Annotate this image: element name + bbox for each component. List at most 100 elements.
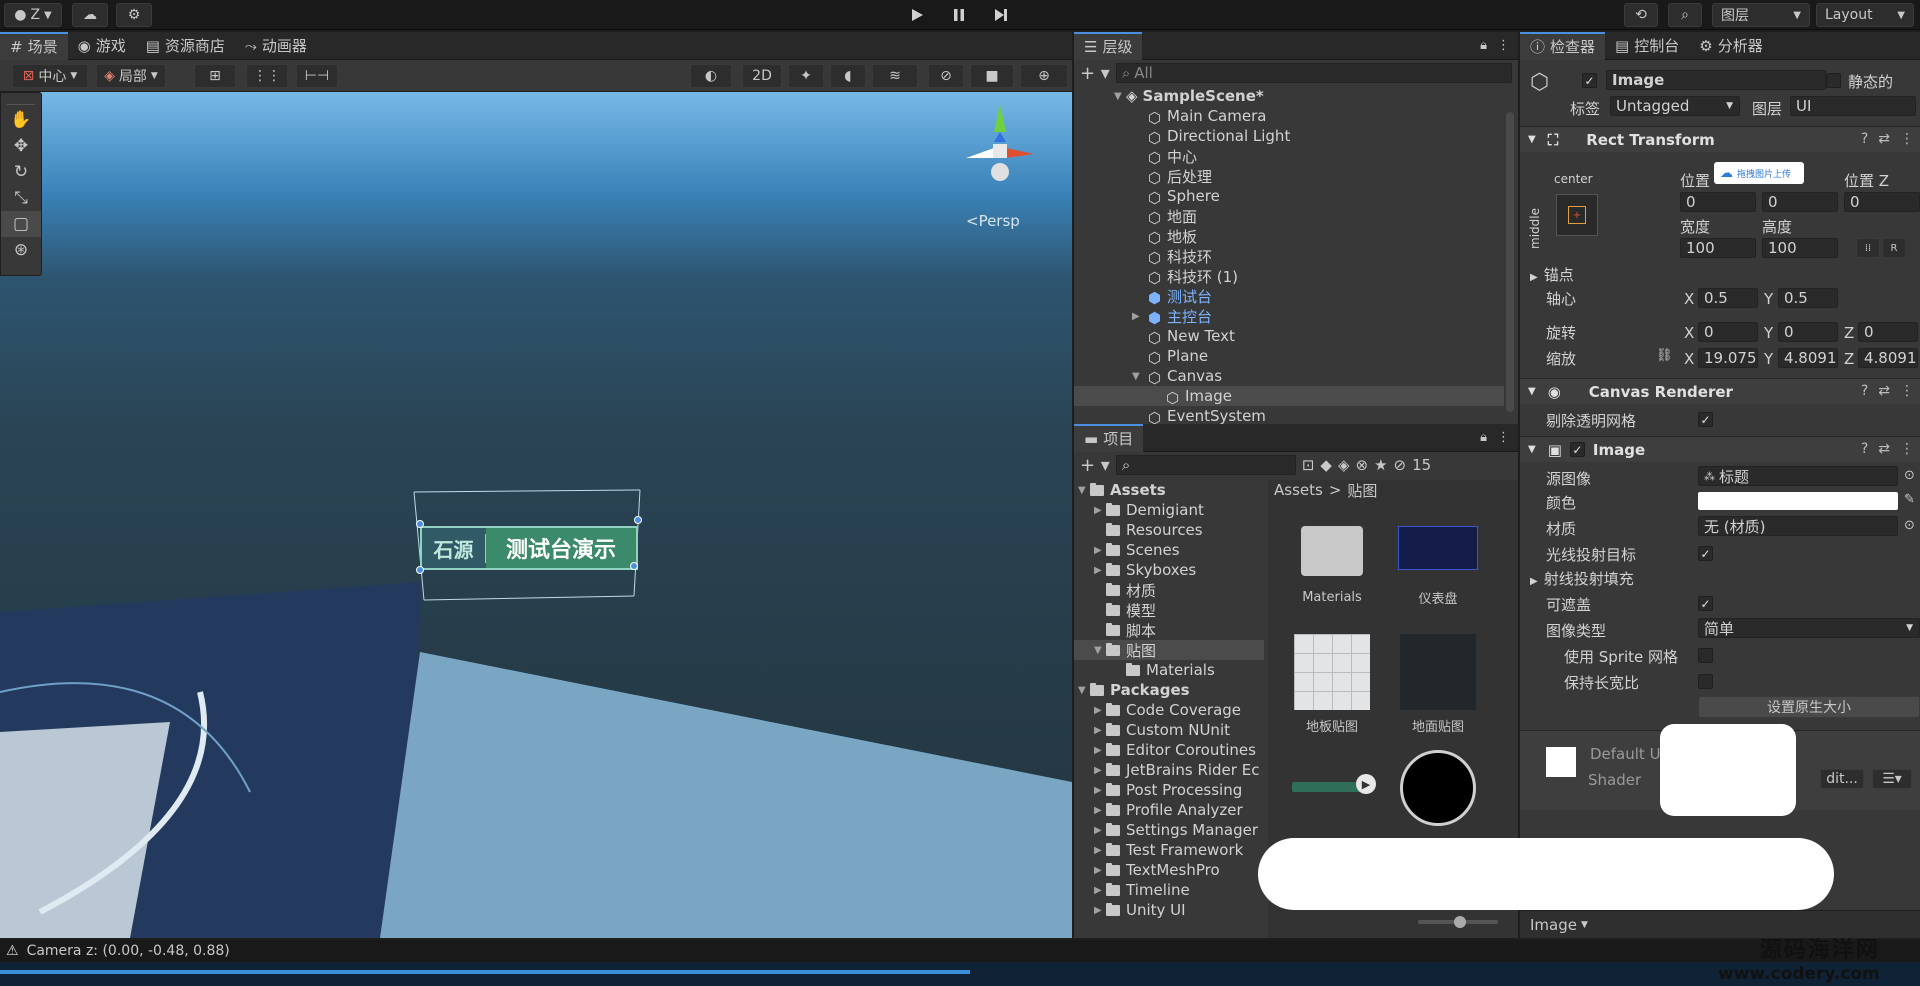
hierarchy-item[interactable]: ⬡ New Text (1074, 326, 1504, 347)
history-button[interactable]: ⟲ (1624, 3, 1658, 27)
cull-checkbox[interactable]: ✓ (1698, 412, 1713, 427)
account-dropdown[interactable]: ● Z ▼ (4, 3, 62, 27)
tree-item[interactable]: ▶ JetBrains Rider Ec (1094, 760, 1259, 780)
eyedropper-icon[interactable]: ✎ (1904, 492, 1915, 507)
pos-x-field[interactable]: 0 (1680, 192, 1756, 212)
hierarchy-item[interactable]: ⬡ Plane (1074, 346, 1504, 367)
asset-item[interactable] (1388, 750, 1488, 850)
camera-settings-button[interactable]: ■ (970, 64, 1014, 88)
more-icon[interactable]: ⋮ (1497, 430, 1510, 445)
tab-asset-store[interactable]: ▤ 资源商店 (136, 32, 235, 60)
asset-item[interactable]: 地板贴图 (1282, 634, 1382, 735)
tree-item[interactable]: ▶ Editor Coroutines (1094, 740, 1256, 760)
help-icon[interactable]: ? (1861, 441, 1868, 457)
raycast-padding-row[interactable]: ▶ 射线投射填充 (1530, 568, 1634, 589)
rect-tool[interactable]: ▢ (1, 211, 41, 237)
asset-item[interactable]: 地面贴图 (1388, 634, 1488, 735)
drag-handle[interactable] (7, 95, 35, 105)
hierarchy-item[interactable]: ▼ ⬡ Canvas (1074, 366, 1504, 387)
breadcrumb-root[interactable]: Assets (1274, 481, 1323, 499)
tree-item[interactable]: ▼ Packages (1078, 680, 1190, 700)
tree-item[interactable]: ▶ TextMeshPro (1094, 860, 1220, 880)
play-button[interactable] (900, 3, 934, 27)
gizmos-button[interactable]: ⊕ (1020, 64, 1068, 88)
layers-dropdown[interactable]: 图层 ▼ (1712, 3, 1810, 27)
tab-hierarchy[interactable]: ☰ 层级 (1074, 31, 1143, 60)
search-button[interactable]: ⌕ (1668, 3, 1702, 27)
filter-icon[interactable]: ⊡ (1302, 456, 1315, 474)
canvas-renderer-header[interactable]: ▼ ◉ Canvas Renderer ? ⇄ ⋮ (1520, 378, 1920, 404)
color-swatch[interactable] (1698, 492, 1898, 510)
scale-y-field[interactable]: 4.8091 (1778, 348, 1838, 368)
breadcrumb-current[interactable]: 贴图 (1347, 480, 1377, 501)
more-icon[interactable]: ⋮ (1497, 38, 1510, 53)
static-checkbox[interactable] (1826, 73, 1841, 88)
source-image-field[interactable]: ⁂ 标题 (1698, 466, 1898, 486)
add-asset-button[interactable]: + ▾ (1080, 455, 1110, 476)
perspective-label[interactable]: <Persp (966, 212, 1020, 230)
rot-z-field[interactable]: 0 (1858, 322, 1918, 342)
image-component-header[interactable]: ▼ ▣ ✓ Image ? ⇄ ⋮ (1520, 436, 1920, 462)
hierarchy-item[interactable]: ▶ ⬢ 主控台 (1074, 306, 1504, 328)
tree-item[interactable]: ▶ Test Framework (1094, 840, 1243, 860)
tree-item[interactable]: ▶ Skyboxes (1094, 560, 1196, 580)
hierarchy-item[interactable]: ⬡ 地面 (1074, 206, 1504, 228)
pivot-x-field[interactable]: 0.5 (1698, 288, 1758, 308)
image-type-dropdown[interactable]: 简单 ▼ (1698, 618, 1920, 638)
hierarchy-item[interactable]: ⬡ 后处理 (1074, 166, 1504, 188)
grid-snap-button[interactable]: ⊞ (194, 64, 236, 88)
object-name-field[interactable]: Image (1606, 70, 1826, 90)
eye-off-icon[interactable]: ⊘ (1394, 456, 1407, 474)
scale-x-field[interactable]: 19.075 (1698, 348, 1758, 368)
help-icon[interactable]: ? (1861, 131, 1868, 147)
preset-icon[interactable]: ⇄ (1878, 441, 1890, 457)
tab-project[interactable]: ▬ 项目 (1074, 423, 1144, 452)
hand-tool[interactable]: ✋ (1, 107, 41, 133)
play-preview-button[interactable]: ▶ (1356, 774, 1376, 794)
lock-icon[interactable]: 🔒︎ (1480, 38, 1487, 53)
tab-analyzer[interactable]: ⚙ 分析器 (1689, 32, 1772, 60)
effects-toggle[interactable]: ≋ (872, 64, 918, 88)
rotate-tool[interactable]: ↻ (1, 159, 41, 185)
hierarchy-item[interactable]: ⬡ 中心 (1074, 146, 1504, 168)
ui-image-sign[interactable]: 石源 测试台演示 (420, 526, 638, 570)
edit-shader-button[interactable]: dit... (1820, 769, 1864, 789)
scene-viewport[interactable]: 石源 测试台演示 <Persp ✋ ✥ ↻ ⤡ ▢ ⊛ (0, 92, 1072, 938)
hierarchy-item[interactable]: ⬡ 地板 (1074, 226, 1504, 248)
preset-icon[interactable]: ⇄ (1878, 131, 1890, 147)
tag-icon[interactable]: ◆ (1320, 456, 1332, 474)
ruler-button[interactable]: ⊢⊣ (296, 64, 338, 88)
transform-tool[interactable]: ⊛ (1, 237, 41, 263)
layer-dropdown[interactable]: UI (1790, 96, 1916, 116)
pause-button[interactable] (942, 3, 976, 27)
tree-item[interactable]: ▶ Custom NUnit (1094, 720, 1230, 740)
rot-y-field[interactable]: 0 (1778, 322, 1838, 342)
material-options-button[interactable]: ☰▾ (1872, 769, 1912, 789)
set-native-size-button[interactable]: 设置原生大小 (1698, 696, 1920, 718)
anchors-row[interactable]: ▶ 锚点 (1530, 264, 1574, 285)
label-icon[interactable]: ◈ (1338, 456, 1350, 474)
image-enabled-checkbox[interactable]: ✓ (1569, 442, 1585, 457)
hierarchy-scrollbar[interactable] (1506, 112, 1514, 412)
hierarchy-item[interactable]: ⬡ Directional Light (1074, 126, 1504, 147)
scale-tool[interactable]: ⤡ (1, 185, 41, 211)
layout-dropdown[interactable]: Layout ▼ (1816, 3, 1914, 27)
active-checkbox[interactable]: ✓ (1582, 73, 1597, 88)
tab-scene[interactable]: # 场景 (0, 31, 68, 60)
tab-inspector[interactable]: ⓘ 检查器 (1520, 32, 1606, 60)
toggle-2d-button[interactable]: 2D (742, 64, 782, 88)
move-tool[interactable]: ✥ (1, 133, 41, 159)
cloud-button[interactable]: ☁ (72, 3, 108, 27)
upload-badge[interactable]: ☁ 拖拽图片上传 (1714, 162, 1804, 184)
height-field[interactable]: 100 (1762, 238, 1838, 258)
tab-console[interactable]: ▤ 控制台 (1605, 32, 1689, 60)
width-field[interactable]: 100 (1680, 238, 1756, 258)
hierarchy-item[interactable]: ⬡ 科技环 (1074, 246, 1504, 268)
object-picker-icon[interactable]: ⊙ (1904, 468, 1915, 483)
tree-item[interactable]: ▶ Unity UI (1094, 900, 1186, 920)
thumbnail-size-slider[interactable] (1418, 916, 1498, 928)
rot-x-field[interactable]: 0 (1698, 322, 1758, 342)
hierarchy-item[interactable]: ⬡ 科技环 (1) (1074, 266, 1504, 288)
tree-item[interactable]: Materials (1114, 660, 1215, 680)
settings-button[interactable]: ⚙ (116, 3, 152, 27)
